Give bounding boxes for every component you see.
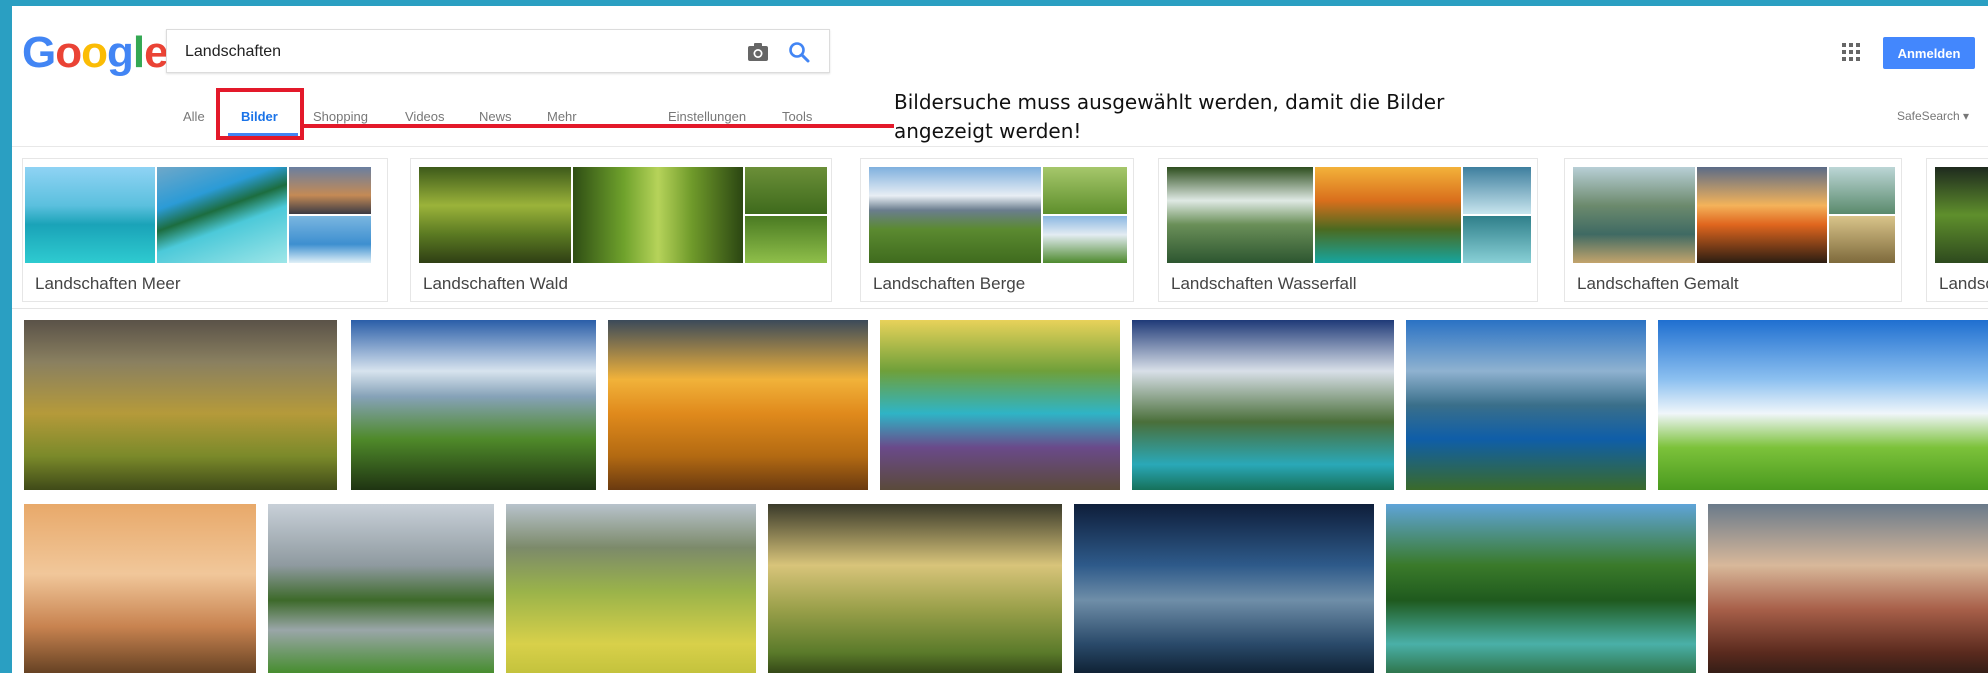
search-box [166, 29, 830, 73]
tab-videos[interactable]: Videos [405, 109, 445, 124]
annotation-highlight-box [216, 88, 304, 140]
image-result[interactable] [506, 504, 756, 673]
tab-tools[interactable]: Tools [782, 109, 812, 124]
image-result[interactable] [24, 320, 337, 490]
logo-letter: o [55, 28, 82, 77]
signin-button[interactable]: Anmelden [1883, 37, 1975, 69]
related-searches: Landschaften Meer Landschaften Wald Land… [12, 158, 1988, 309]
image-result[interactable] [24, 504, 256, 673]
camera-icon[interactable] [746, 41, 770, 63]
related-card-meer[interactable]: Landschaften Meer [22, 158, 388, 302]
image-result[interactable] [1074, 504, 1374, 673]
related-card-label: Landschaften Wald [423, 274, 568, 293]
thumbnail [1829, 167, 1895, 214]
tab-mehr[interactable]: Mehr [547, 109, 577, 124]
image-result[interactable] [880, 320, 1120, 490]
related-card-wasserfall[interactable]: Landschaften Wasserfall [1158, 158, 1538, 302]
tab-alle[interactable]: Alle [183, 109, 205, 124]
image-result[interactable] [768, 504, 1062, 673]
safesearch-menu[interactable]: SafeSearch ▾ [1897, 109, 1969, 123]
logo-letter: G [22, 28, 56, 77]
logo-letter: g [107, 28, 134, 77]
related-card-label: Landschaften Berge [873, 274, 1026, 293]
image-result[interactable] [1386, 504, 1696, 673]
thumbnail [1315, 167, 1461, 263]
thumbnail [1167, 167, 1313, 263]
related-card-wald[interactable]: Landschaften Wald [410, 158, 832, 302]
tab-shopping[interactable]: Shopping [313, 109, 368, 124]
logo-letter: o [81, 28, 108, 77]
apps-grid-icon[interactable] [1842, 43, 1860, 61]
thumbnail [419, 167, 571, 263]
thumbnail [1829, 216, 1895, 263]
related-card-gemalt[interactable]: Landschaften Gemalt [1564, 158, 1902, 302]
image-result[interactable] [1406, 320, 1646, 490]
image-result[interactable] [1708, 504, 1988, 673]
thumbnail [1043, 167, 1127, 214]
image-result[interactable] [268, 504, 494, 673]
related-card-label: Landschaften Gemalt [1577, 274, 1739, 293]
tab-news[interactable]: News [479, 109, 512, 124]
related-card-label: Landschaften Meer [35, 274, 181, 293]
thumbnail [1043, 216, 1127, 263]
tab-einstellungen[interactable]: Einstellungen [668, 109, 746, 124]
thumbnail [289, 216, 371, 263]
image-result[interactable] [1132, 320, 1394, 490]
annotation-callout-line [304, 124, 894, 128]
thumbnail [1573, 167, 1695, 263]
thumbnail [745, 167, 827, 214]
related-card-berge[interactable]: Landschaften Berge [860, 158, 1134, 302]
image-result[interactable] [1658, 320, 1988, 490]
google-logo[interactable]: Google [22, 28, 169, 78]
thumbnail [573, 167, 743, 263]
browser-page: Google Anmelden Alle Bilder Shopping Vid… [12, 6, 1988, 673]
thumbnail [1463, 167, 1531, 214]
logo-letter: l [132, 28, 145, 77]
image-result[interactable] [351, 320, 596, 490]
related-card-partial[interactable]: Landsch [1926, 158, 1988, 302]
thumbnail [1463, 216, 1531, 263]
search-icon[interactable] [787, 40, 811, 64]
annotation-line-2: angezeigt werden! [894, 119, 1082, 143]
thumbnail [1935, 167, 1988, 263]
annotation-line-1: Bildersuche muss ausgewählt werden, dami… [894, 90, 1445, 114]
image-result[interactable] [608, 320, 868, 490]
thumbnail [25, 167, 155, 263]
search-input[interactable] [183, 39, 727, 65]
annotation-text: Bildersuche muss ausgewählt werden, dami… [894, 88, 1494, 146]
thumbnail [1697, 167, 1827, 263]
thumbnail [745, 216, 827, 263]
thumbnail [869, 167, 1041, 263]
thumbnail [289, 167, 371, 214]
logo-letter: e [144, 28, 169, 77]
related-card-label: Landschaften Wasserfall [1171, 274, 1357, 293]
related-card-label: Landsch [1939, 274, 1988, 293]
thumbnail [157, 167, 287, 263]
